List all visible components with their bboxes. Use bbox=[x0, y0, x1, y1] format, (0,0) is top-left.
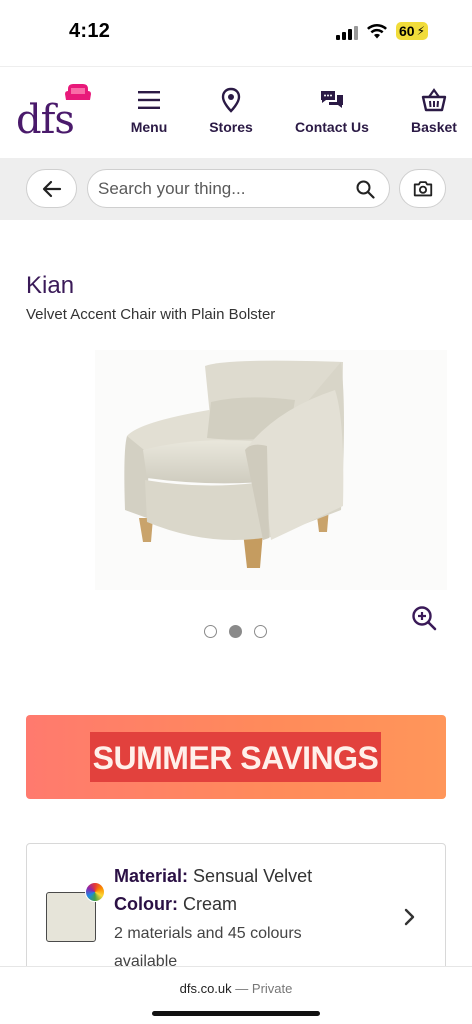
logo-text: dfs bbox=[16, 97, 75, 143]
location-pin-icon bbox=[221, 87, 241, 113]
banner-label-box: SUMMER SAVINGS bbox=[90, 732, 381, 782]
colour-value: Cream bbox=[183, 894, 238, 914]
search-icon[interactable] bbox=[355, 179, 375, 199]
gallery-dot-active[interactable] bbox=[229, 625, 242, 638]
material-label: Material: bbox=[114, 866, 189, 886]
summer-savings-banner[interactable]: SUMMER SAVINGS bbox=[26, 715, 446, 799]
colour-wheel-icon bbox=[85, 882, 105, 902]
nav-contact-label: Contact Us bbox=[295, 119, 369, 135]
nav-basket-label: Basket bbox=[411, 119, 457, 135]
nav-menu[interactable]: Menu bbox=[128, 87, 170, 137]
zoom-in-icon[interactable] bbox=[410, 604, 438, 632]
url-domain: dfs.co.uk bbox=[179, 981, 232, 996]
armchair-image bbox=[124, 360, 344, 568]
banner-text: SUMMER SAVINGS bbox=[92, 740, 379, 776]
nav-menu-label: Menu bbox=[130, 119, 168, 135]
nav-stores[interactable]: Stores bbox=[208, 87, 254, 137]
site-header: dfs Menu Stores Contact Us Basket bbox=[0, 66, 472, 158]
chevron-right-icon bbox=[404, 908, 415, 926]
chat-icon bbox=[321, 91, 343, 108]
search-bar: Search your thing... bbox=[0, 158, 472, 220]
arrow-left-icon bbox=[42, 180, 62, 198]
product-subtitle: Velvet Accent Chair with Plain Bolster bbox=[26, 306, 276, 323]
camera-search-button[interactable] bbox=[399, 169, 446, 208]
camera-icon bbox=[413, 181, 433, 197]
material-value: Sensual Velvet bbox=[193, 866, 313, 886]
gallery-pagination bbox=[204, 625, 270, 639]
gallery-dot[interactable] bbox=[254, 625, 267, 638]
dfs-logo[interactable]: dfs bbox=[14, 83, 94, 145]
status-bar: 4:12 60 ⚡ bbox=[0, 0, 472, 64]
nav-contact-us[interactable]: Contact Us bbox=[293, 87, 371, 137]
gallery-dot[interactable] bbox=[204, 625, 217, 638]
private-mode-label: — Private bbox=[235, 981, 293, 996]
colour-line: Colour: Cream bbox=[114, 894, 237, 915]
search-placeholder: Search your thing... bbox=[98, 179, 246, 198]
browser-url-bar[interactable]: dfs.co.uk — Private bbox=[0, 966, 472, 1024]
url-text: dfs.co.uk — Private bbox=[0, 981, 472, 996]
home-indicator[interactable] bbox=[152, 1011, 320, 1016]
menu-icon bbox=[138, 91, 160, 109]
battery-icon: 60 ⚡ bbox=[396, 22, 428, 40]
status-time: 4:12 bbox=[69, 20, 111, 42]
product-image[interactable] bbox=[95, 350, 447, 590]
product-title: Kian bbox=[26, 272, 75, 299]
back-button[interactable] bbox=[26, 169, 77, 208]
battery-level: 60 bbox=[399, 23, 415, 39]
cellular-signal-icon bbox=[336, 26, 358, 40]
nav-stores-label: Stores bbox=[209, 119, 253, 135]
wifi-icon bbox=[367, 24, 387, 39]
colour-label: Colour: bbox=[114, 894, 178, 914]
nav-basket[interactable]: Basket bbox=[409, 87, 459, 137]
basket-icon bbox=[421, 88, 447, 112]
material-line: Material: Sensual Velvet bbox=[114, 866, 312, 887]
material-selector[interactable]: Material: Sensual Velvet Colour: Cream 2… bbox=[26, 843, 446, 983]
search-input[interactable]: Search your thing... bbox=[87, 169, 390, 208]
